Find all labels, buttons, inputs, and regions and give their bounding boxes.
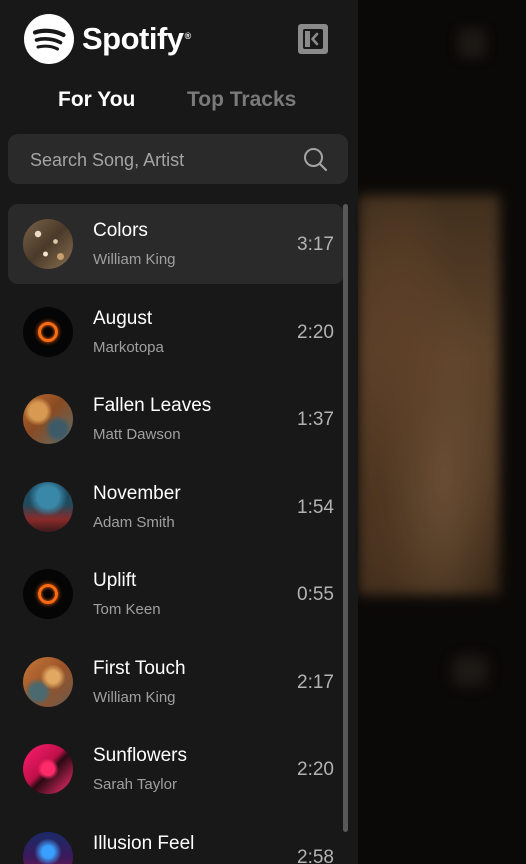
tab-bar: For You Top Tracks [0,88,358,118]
album-cover [23,832,73,864]
track-artist: Adam Smith [93,514,175,531]
search-box [8,134,348,186]
track-row[interactable]: Illusion Feel 2:58 [8,817,344,864]
blurred-top-control [458,28,486,58]
track-title: Uplift [93,570,137,591]
track-row[interactable]: November Adam Smith 1:54 [8,467,344,547]
tab-for-you[interactable]: For You [58,88,135,112]
sidebar: Spotify® For You Top Tracks Colors Willi… [0,0,358,864]
track-list-scrollbar[interactable] [343,204,348,832]
collapse-sidebar-button[interactable] [298,24,328,54]
album-cover [23,219,73,269]
track-artist: William King [93,689,176,706]
track-row[interactable]: Uplift Tom Keen 0:55 [8,554,344,634]
track-duration: 1:37 [297,409,334,430]
search-input[interactable] [28,134,292,186]
album-cover [23,307,73,357]
search-icon[interactable] [303,147,328,172]
brand-name: Spotify® [82,21,191,56]
spotify-logo[interactable]: Spotify® [24,14,191,64]
track-duration: 2:17 [297,672,334,693]
track-row[interactable]: Colors William King 3:17 [8,204,344,284]
tab-top-tracks[interactable]: Top Tracks [187,88,296,112]
track-artist: William King [93,251,176,268]
album-cover [23,657,73,707]
track-duration: 2:20 [297,322,334,343]
album-cover [23,569,73,619]
track-duration: 2:58 [297,847,334,864]
track-title: Colors [93,220,148,241]
spotify-logo-icon [24,14,74,64]
track-artist: Markotopa [93,339,164,356]
track-artist: Matt Dawson [93,426,181,443]
now-playing-backdrop [358,0,526,864]
blurred-bottom-control [453,656,487,686]
track-row[interactable]: Fallen Leaves Matt Dawson 1:37 [8,379,344,459]
track-artist: Sarah Taylor [93,776,177,793]
track-row[interactable]: August Markotopa 2:20 [8,292,344,372]
album-cover [23,744,73,794]
collapse-sidebar-icon [298,24,328,54]
track-title: Sunflowers [93,745,187,766]
track-title: November [93,483,181,504]
track-title: First Touch [93,658,186,679]
track-row[interactable]: Sunflowers Sarah Taylor 2:20 [8,729,344,809]
album-cover [23,394,73,444]
track-title: August [93,308,153,329]
album-cover [23,482,73,532]
track-duration: 2:20 [297,759,334,780]
track-artist: Tom Keen [93,601,161,618]
blurred-album-art [358,195,500,595]
track-list: Colors William King 3:17 August Markotop… [0,204,344,864]
track-duration: 0:55 [297,584,334,605]
track-title: Fallen Leaves [93,395,212,416]
track-row[interactable]: First Touch William King 2:17 [8,642,344,722]
track-duration: 1:54 [297,497,334,518]
track-duration: 3:17 [297,234,334,255]
track-title: Illusion Feel [93,833,195,854]
